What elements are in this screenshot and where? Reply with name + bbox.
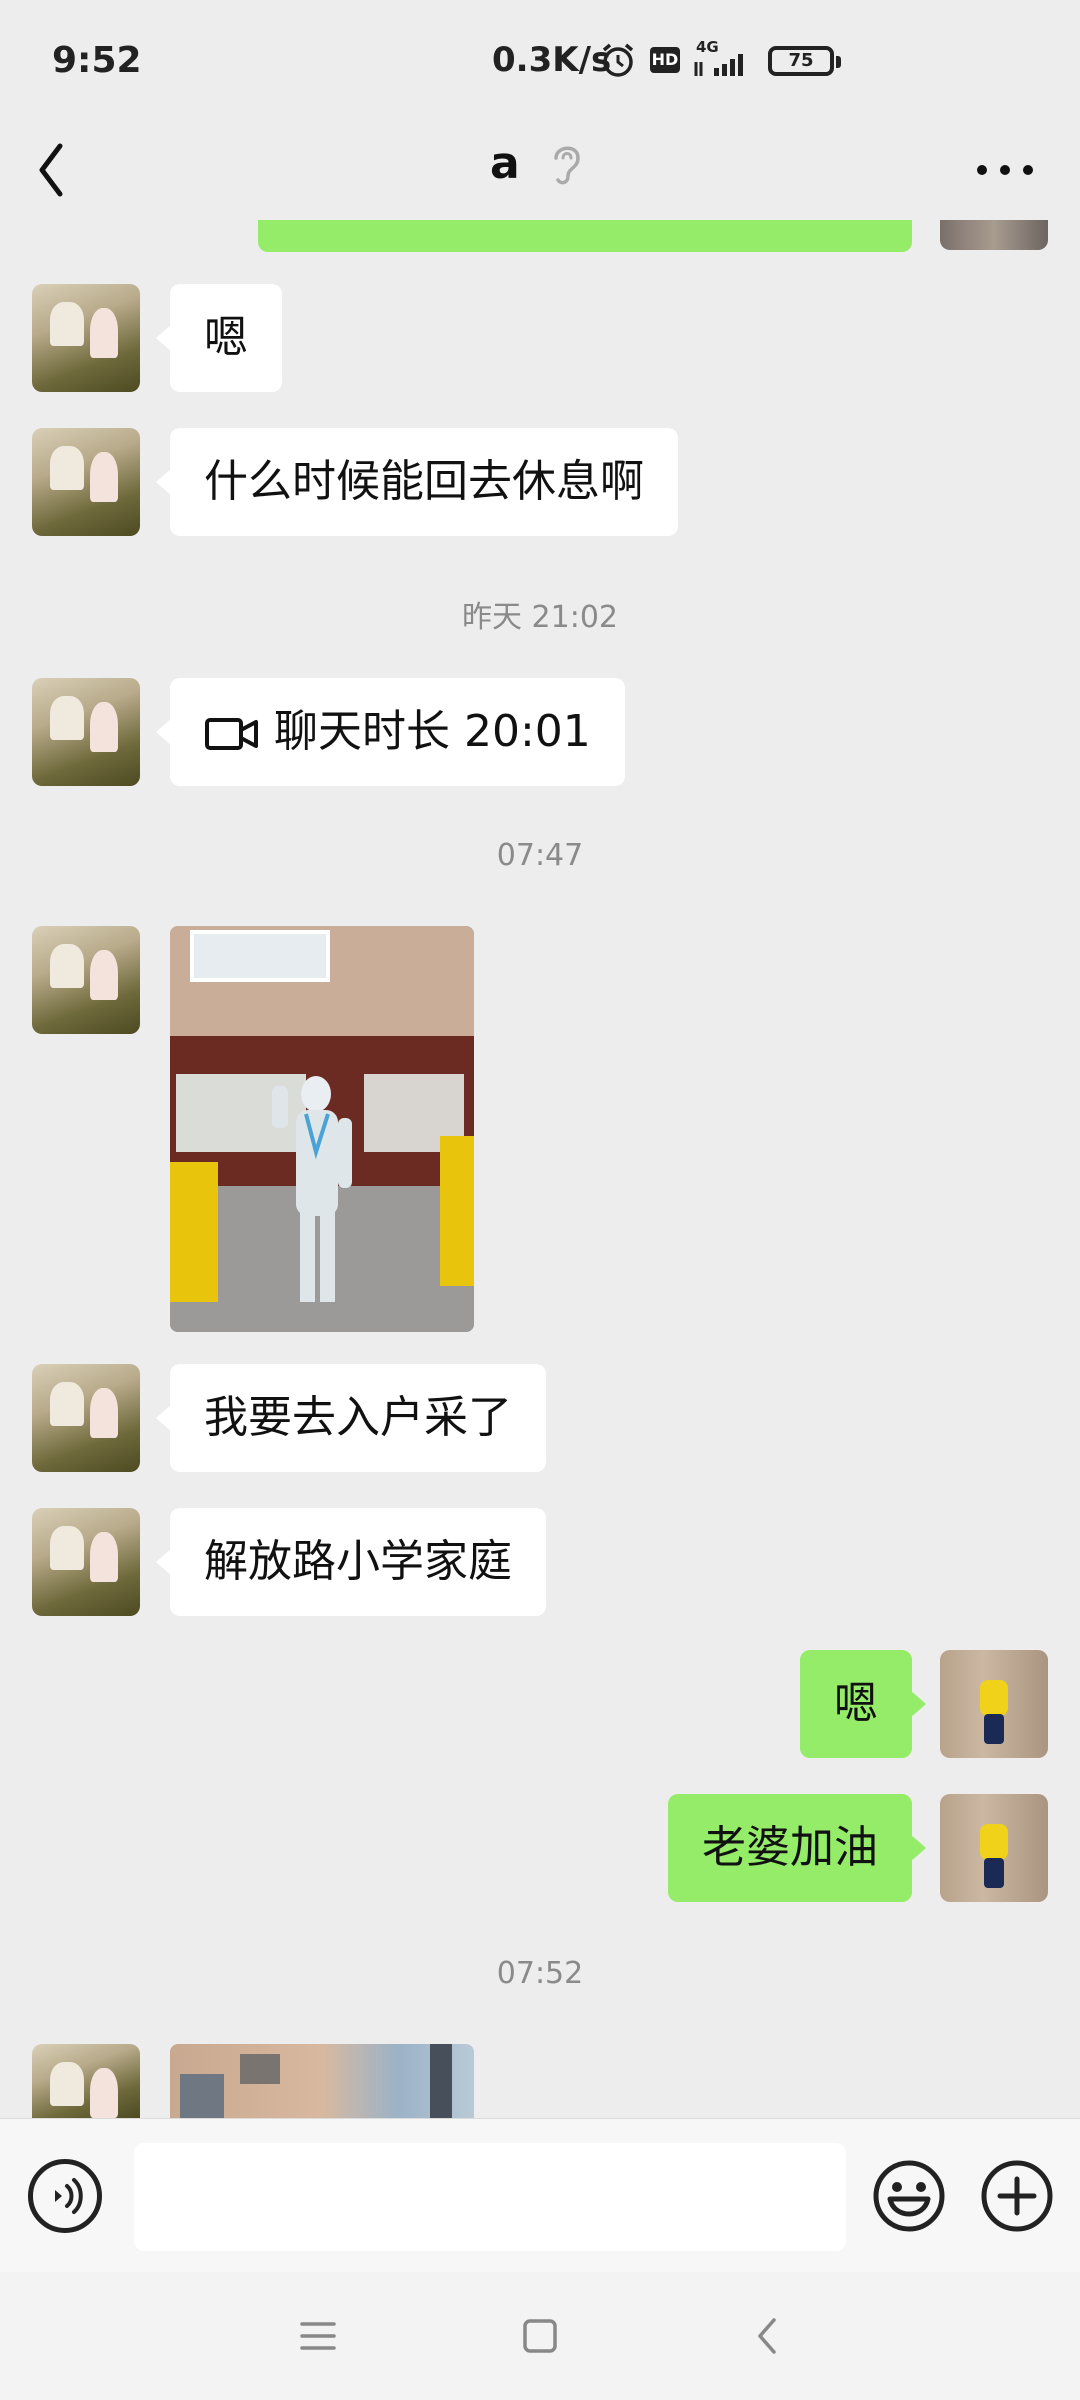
partial-self-avatar bbox=[940, 220, 1048, 250]
video-call-icon bbox=[205, 718, 258, 750]
signal-icon bbox=[694, 54, 743, 76]
timestamp: 07:47 bbox=[496, 838, 584, 873]
message-bubble-sent[interactable]: 老婆加油 bbox=[668, 1794, 926, 1902]
timestamp: 07:52 bbox=[496, 1956, 584, 1991]
message-bubble-received[interactable]: 嗯 bbox=[156, 284, 282, 392]
emoji-icon[interactable] bbox=[872, 2159, 946, 2233]
back-chevron-icon[interactable] bbox=[30, 132, 100, 208]
message-input[interactable] bbox=[134, 2143, 846, 2251]
image-message[interactable] bbox=[170, 2044, 474, 2118]
message-list[interactable]: 嗯 什么时候能回去休息啊 昨天 21:02 聊天时长 20:01 07:47 我… bbox=[0, 220, 1080, 2118]
contact-avatar[interactable] bbox=[32, 678, 140, 786]
call-record-bubble[interactable]: 聊天时长 20:01 bbox=[156, 678, 625, 786]
contact-avatar[interactable] bbox=[32, 1364, 140, 1472]
contact-avatar[interactable] bbox=[32, 428, 140, 536]
back-triangle-icon[interactable] bbox=[744, 2312, 792, 2360]
more-dots-icon[interactable] bbox=[970, 140, 1040, 200]
message-bubble-received[interactable]: 我要去入户采了 bbox=[156, 1364, 546, 1472]
message-bubble-received[interactable]: 什么时候能回去休息啊 bbox=[156, 428, 678, 536]
system-nav-bar bbox=[0, 2272, 1080, 2400]
battery-icon: 75 bbox=[768, 46, 834, 76]
hd-badge: HD bbox=[650, 47, 680, 73]
message-bubble-sent[interactable]: 嗯 bbox=[800, 1650, 926, 1758]
photo-building bbox=[180, 2044, 452, 2118]
battery-tip bbox=[836, 56, 841, 68]
message-bubble-received[interactable]: 解放路小学家庭 bbox=[156, 1508, 546, 1616]
network-speed: 0.3K/s bbox=[492, 40, 612, 80]
alarm-icon bbox=[602, 43, 634, 77]
home-square-icon[interactable] bbox=[516, 2312, 564, 2360]
input-bar bbox=[0, 2118, 1080, 2273]
call-duration: 聊天时长 20:01 bbox=[274, 706, 591, 757]
contact-avatar[interactable] bbox=[32, 926, 140, 1034]
contact-avatar[interactable] bbox=[32, 2044, 140, 2118]
self-avatar[interactable] bbox=[940, 1650, 1048, 1758]
chat-title[interactable]: a bbox=[490, 138, 520, 189]
plus-icon[interactable] bbox=[980, 2159, 1054, 2233]
voice-button[interactable] bbox=[28, 2159, 102, 2233]
status-bar: 9:52 0.3K/s HD 4G 75 bbox=[0, 0, 1080, 120]
photo-person-in-protective-suit bbox=[170, 926, 474, 1332]
contact-avatar[interactable] bbox=[32, 1508, 140, 1616]
menu-icon[interactable] bbox=[294, 2312, 342, 2360]
contact-avatar[interactable] bbox=[32, 284, 140, 392]
voice-icon bbox=[55, 2178, 83, 2214]
timestamp: 昨天 21:02 bbox=[462, 600, 618, 635]
chat-header: a bbox=[0, 120, 1080, 220]
ear-icon bbox=[554, 146, 580, 185]
image-message[interactable] bbox=[170, 926, 474, 1332]
self-avatar[interactable] bbox=[940, 1794, 1048, 1902]
status-time: 9:52 bbox=[52, 40, 142, 81]
partial-self-bubble bbox=[258, 220, 912, 252]
